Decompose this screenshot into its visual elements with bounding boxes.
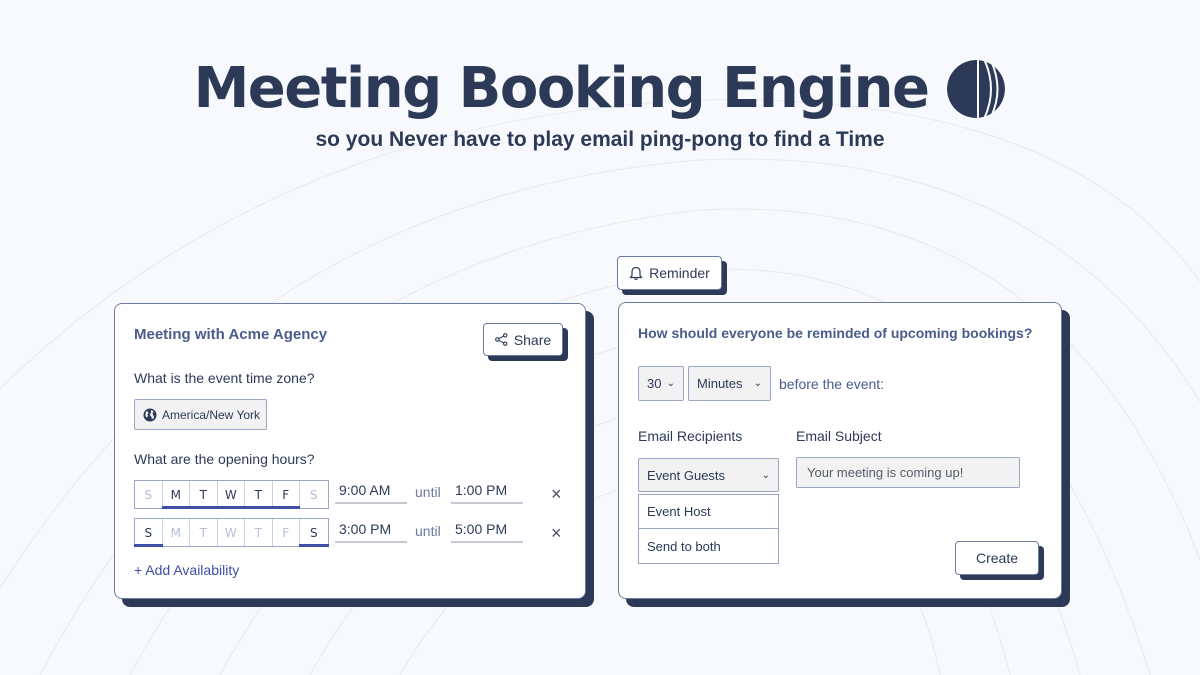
share-label: Share xyxy=(513,331,552,348)
day-toggle[interactable]: T xyxy=(245,519,273,546)
reminder-question: How should everyone be reminded of upcom… xyxy=(638,325,1033,341)
day-toggle[interactable]: W xyxy=(218,519,245,546)
day-toggle[interactable]: S xyxy=(299,519,328,547)
day-toggle[interactable]: S xyxy=(135,481,163,508)
day-toggle[interactable]: T xyxy=(189,481,218,509)
end-time-input[interactable]: 1:00 PM xyxy=(451,482,523,504)
day-toggle[interactable]: W xyxy=(216,481,245,509)
unit-select[interactable]: Minutes ⌄ xyxy=(688,366,771,401)
bell-icon xyxy=(629,266,643,280)
start-time-input[interactable]: 9:00 AM xyxy=(335,482,407,504)
recipients-value: Event Guests xyxy=(647,467,726,483)
availability-card: Meeting with Acme Agency Share What is t… xyxy=(114,303,586,599)
email-subject-input[interactable]: Your meeting is coming up! xyxy=(796,457,1020,488)
reminder-card: How should everyone be reminded of upcom… xyxy=(618,302,1062,599)
timezone-value: America/New York xyxy=(162,407,261,422)
start-time-input[interactable]: 3:00 PM xyxy=(335,521,407,543)
day-toggle[interactable]: S xyxy=(134,519,163,547)
reminder-label: Reminder xyxy=(649,265,710,281)
remove-row-close-icon[interactable]: × xyxy=(551,485,562,503)
subject-label: Email Subject xyxy=(796,428,882,444)
dropdown-option-event-host[interactable]: Event Host xyxy=(639,495,778,529)
day-toggle[interactable]: S xyxy=(300,481,328,508)
globe-icon xyxy=(143,408,157,421)
reminder-tab-button[interactable]: Reminder xyxy=(617,256,722,290)
day-toggle[interactable]: M xyxy=(163,519,190,546)
chevron-down-icon: ⌄ xyxy=(753,378,762,389)
day-toggle[interactable]: T xyxy=(190,519,218,546)
timezone-select[interactable]: America/New York xyxy=(134,399,267,430)
striped-circle-logo-icon xyxy=(947,60,1006,118)
day-picker-row-1: S M T W T F S xyxy=(134,480,329,509)
add-availability-link[interactable]: + Add Availability xyxy=(134,562,239,578)
remove-row-close-icon[interactable]: × xyxy=(551,524,562,542)
recipients-dropdown: Event Host Send to both xyxy=(638,494,779,564)
amount-select[interactable]: 30 ⌄ xyxy=(638,366,684,401)
hours-question: What are the opening hours? xyxy=(134,451,315,467)
share-icon xyxy=(494,333,508,346)
page-subtitle: so you Never have to play email ping-pon… xyxy=(315,128,885,151)
recipients-select[interactable]: Event Guests ⌄ xyxy=(638,458,779,492)
end-time-input[interactable]: 5:00 PM xyxy=(451,521,523,543)
day-picker-row-2: S M T W T F S xyxy=(134,518,329,547)
day-toggle[interactable]: F xyxy=(271,481,300,509)
unit-value: Minutes xyxy=(697,376,743,391)
share-button[interactable]: Share xyxy=(483,323,563,356)
chevron-down-icon: ⌄ xyxy=(761,469,770,481)
until-label: until xyxy=(415,484,441,500)
dropdown-option-send-to-both[interactable]: Send to both xyxy=(639,529,778,563)
day-toggle[interactable]: M xyxy=(161,481,190,509)
hero-header: Meeting Booking Engine so you Never have… xyxy=(0,54,1200,152)
timezone-question: What is the event time zone? xyxy=(134,370,315,386)
create-button[interactable]: Create xyxy=(955,541,1039,575)
chevron-down-icon: ⌄ xyxy=(666,378,675,389)
amount-value: 30 xyxy=(647,376,662,391)
meeting-title: Meeting with Acme Agency xyxy=(134,326,328,343)
day-toggle[interactable]: T xyxy=(244,481,273,509)
until-label: until xyxy=(415,523,441,539)
day-toggle[interactable]: F xyxy=(273,519,300,546)
page-title: Meeting Booking Engine xyxy=(193,56,930,121)
before-event-label: before the event: xyxy=(779,376,885,392)
recipients-label: Email Recipients xyxy=(638,428,743,444)
